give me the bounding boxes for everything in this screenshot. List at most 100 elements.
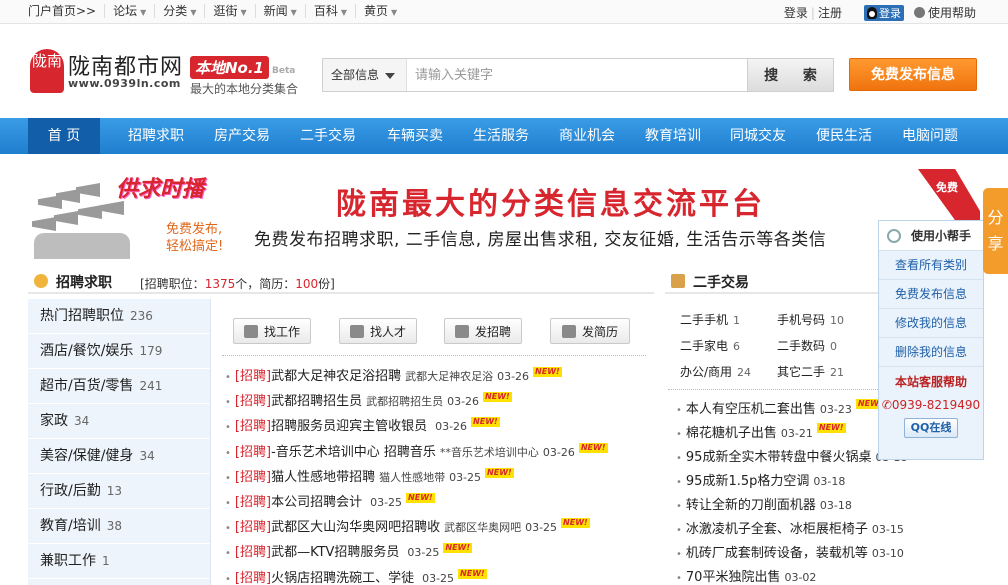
search-category-select[interactable]: 全部信息 [323,59,407,91]
nav-dating[interactable]: 同城交友 [730,118,786,154]
logo-badge: 陇南 [30,49,64,93]
list-item[interactable]: • [招聘]武都大足神农足浴招聘 武都大足神农足浴 03-26 NEW! [225,367,655,392]
help-link[interactable]: 使用帮助 [928,4,976,21]
nav-lifeservice[interactable]: 生活服务 [473,118,529,154]
top-nav-yellowpages[interactable]: 黄页 ▼ [356,4,405,18]
job-list: • [招聘]武都大足神农足浴招聘 武都大足神农足浴 03-26 NEW! • [招聘]武都… [225,367,655,585]
new-badge: NEW! [406,492,435,503]
nav-home[interactable]: 首 页 [28,118,100,154]
new-badge: NEW! [533,367,562,377]
list-item[interactable]: 二手家电 6 [680,337,740,354]
chevron-down-icon: ▼ [290,8,297,17]
no1-subtitle: 最大的本地分类集合 [190,82,299,96]
helper-panel: 使用小帮手 查看所有类别 免费发布信息 修改我的信息 删除我的信息 本站客服帮助… [878,220,984,460]
nav-vehicles[interactable]: 车辆买卖 [387,118,443,154]
chevron-down-icon: ▼ [240,8,247,17]
list-item[interactable]: • [招聘]招聘服务员迎宾主管收银员 03-26 NEW! [225,417,655,442]
logo-url: www.0939ln.com [68,77,181,90]
list-item[interactable]: • 转让全新的刀削面机器 03-18 [676,495,976,519]
helper-edit-info[interactable]: 修改我的信息 [879,309,983,338]
list-item[interactable]: 家政 34 [28,404,210,439]
nav-recruit[interactable]: 招聘求职 [128,118,184,154]
register-link[interactable]: 注册 [818,4,842,21]
list-item[interactable]: • 机砖厂成套制砖设备，装载机等 03-10 [676,543,976,567]
list-item[interactable]: • [招聘]武都—KTV招聘服务员 03-25 NEW! [225,543,655,568]
nav-education[interactable]: 教育培训 [645,118,701,154]
qq-penguin-icon [866,6,877,19]
list-item[interactable]: 美容/保健/健身 34 [28,439,210,474]
helper-view-categories[interactable]: 查看所有类别 [879,251,983,280]
new-badge: NEW! [816,423,846,433]
helper-delete-info[interactable]: 删除我的信息 [879,338,983,367]
service-title: 本站客服帮助 [894,375,967,389]
post-resume-button[interactable]: 发简历 [550,318,630,344]
list-item[interactable]: 行政/后勤 13 [28,474,210,509]
list-item[interactable]: 酒店/餐饮/娱乐 179 [28,334,210,369]
list-item[interactable]: 兼职工作 1 [28,544,210,579]
list-item[interactable]: • 95成新1.5p格力空调 03-18 [676,471,976,495]
helper-publish-info[interactable]: 免费发布信息 [879,280,983,309]
chevron-down-icon: ▼ [190,8,197,17]
nav-business[interactable]: 商业机会 [559,118,615,154]
list-item[interactable]: • 70平米独院出售 03-02 [676,567,976,585]
nav-convenience[interactable]: 便民生活 [816,118,872,154]
banner-stamp: 供求时播 [116,176,205,202]
list-item[interactable]: • [招聘]本公司招聘会计 03-25 NEW! [225,492,655,518]
banner[interactable]: 供求时播 免费发布, 轻松搞定! 陇南最大的分类信息交流平台 免费发布招聘求职,… [28,165,980,261]
publish-info-button[interactable]: 免费发布信息 [849,58,977,91]
top-nav-forum[interactable]: 论坛 ▼ [105,4,156,18]
help-icon [913,7,925,18]
list-item[interactable]: 其它二手 21 [777,363,844,380]
new-badge: NEW! [561,518,590,529]
recruit-panel-header: 招聘求职 [招聘职位：1375个，简历：100份] [28,270,654,294]
nav-realestate[interactable]: 房产交易 [214,118,270,154]
find-job-button[interactable]: 找工作 [233,318,311,344]
chevron-down-icon: ▼ [391,8,398,17]
share-tab[interactable]: 分享 [983,188,1008,274]
banner-free-text: 免费发布, 轻松搞定! [166,222,224,254]
top-nav-wiki[interactable]: 百科 ▼ [306,4,356,18]
phone-icon: ✆ [881,398,892,412]
account-links: 登录 | 注册 登录 使用帮助 [783,4,976,21]
list-item[interactable]: • 冰激凌机子全套、冰柜展柜椅子 03-15 [676,519,976,543]
list-item[interactable]: • [招聘]猫人性感地带招聘 猫人性感地带 03-25 NEW! [225,467,655,493]
search-input[interactable] [407,59,747,91]
list-item[interactable]: 办公/商用 24 [680,363,751,380]
qq-login-button[interactable]: 登录 [863,4,904,21]
list-item[interactable]: • [招聘]-音乐艺术培训中心 招聘音乐 **音乐艺术培训中心 03-26 NEW! [225,442,655,468]
list-item[interactable]: • [招聘]武都区大山沟华奥网吧招聘收 武都区华奥网吧 03-25 NEW! [225,518,655,543]
top-nav-shopping[interactable]: 逛街 ▼ [205,4,256,18]
search-button[interactable]: 搜 索 [747,59,833,91]
list-item[interactable]: 热门招聘职位 236 [28,299,210,334]
top-nav-portal[interactable]: 门户首页>> [28,4,106,18]
new-badge: NEW! [443,543,473,554]
list-item[interactable]: 手机号码 10 [777,311,844,328]
list-item[interactable]: 二手数码 0 [777,337,837,354]
chevron-down-icon: ▼ [340,8,347,17]
top-nav: 门户首页>> 论坛 ▼ 分类 ▼ 逛街 ▼ 新闻 ▼ 百科 ▼ 黄页 ▼ [28,4,405,18]
list-item[interactable]: 二手手机 1 [680,311,740,328]
helper-title: 使用小帮手 [911,229,972,243]
chevron-down-icon: ▼ [140,8,147,17]
secondhand-title[interactable]: 二手交易 [693,272,749,292]
qq-online-button[interactable]: QQ在线 [903,418,959,438]
top-nav-classifieds[interactable]: 分类 ▼ [155,4,206,18]
new-badge: NEW! [483,392,512,403]
top-nav-news[interactable]: 新闻 ▼ [256,4,306,18]
nav-computer[interactable]: 电脑问题 [902,118,958,154]
find-talent-button[interactable]: 找人才 [339,318,417,344]
list-item[interactable]: • [招聘]武都招聘招生员 武都招聘招生员 03-26 NEW! [225,392,655,417]
list-item[interactable]: • [招聘]火锅店招聘洗碗工、学徒 03-25 NEW! [225,568,655,585]
list-item[interactable]: 教育/培训 38 [28,509,210,544]
login-link[interactable]: 登录 [784,4,808,21]
banner-subtitle: 免费发布招聘求职, 二手信息, 房屋出售求租, 交友征婚, 生活告示等各类信 [254,230,827,250]
customer-service: 本站客服帮助 ✆0939-8219490 QQ在线 [879,367,983,438]
site-logo[interactable]: 陇南 陇南都市网 www.0939ln.com [30,47,182,93]
no1-slogan: 本地No.1 Beta 最大的本地分类集合 [190,56,298,96]
post-icon [454,324,469,338]
post-job-button[interactable]: 发招聘 [444,318,522,344]
nav-secondhand[interactable]: 二手交易 [300,118,356,154]
recruit-title[interactable]: 招聘求职 [56,272,112,292]
star-icon [243,324,258,338]
list-item[interactable]: 超市/百货/零售 241 [28,369,210,404]
